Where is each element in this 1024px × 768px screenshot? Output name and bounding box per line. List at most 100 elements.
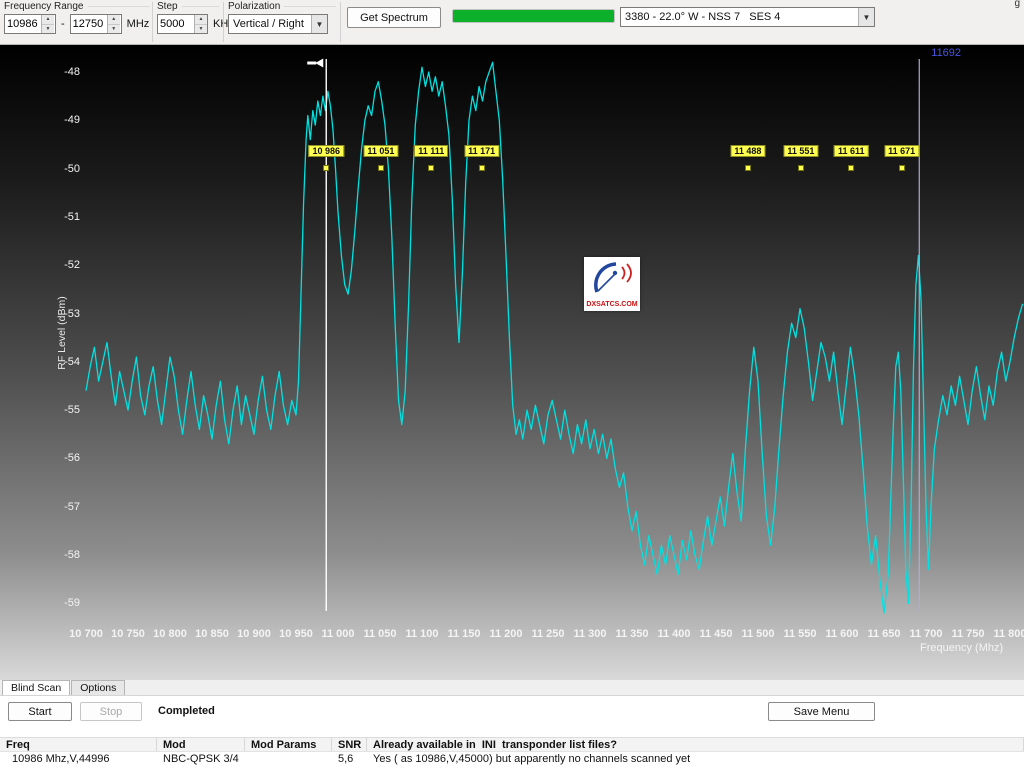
x-tick-label: 11 500 [734, 628, 782, 640]
spectrum-chart[interactable]: 10 70010 75010 80010 85010 90010 95011 0… [0, 45, 1024, 680]
polarization-select[interactable]: Vertical / Right ▼ [228, 14, 328, 34]
transponder-marker-handle[interactable] [479, 165, 485, 171]
x-tick-label: 11 750 [944, 628, 992, 640]
y-tick-label: -51 [44, 211, 80, 223]
freq-min-spinner: ▲ ▼ [4, 14, 56, 34]
y-axis-title: RF Level (dBm) [56, 288, 68, 378]
column-header-mod: Mod [157, 738, 245, 751]
transponder-marker-handle[interactable] [323, 165, 329, 171]
x-axis-title: Frequency (Mhz) [920, 642, 1003, 654]
step-group: Step ▲ ▼ KHz [157, 1, 219, 34]
y-tick-label: -50 [44, 163, 80, 175]
toolbar-divider [223, 2, 224, 42]
chevron-down-icon[interactable]: ▼ [858, 8, 874, 26]
clipped-label: g [1014, 0, 1020, 9]
x-tick-label: 11 100 [398, 628, 446, 640]
polarization-value: Vertical / Right [229, 18, 311, 30]
column-header-already: Already available in INI transponder lis… [367, 738, 1024, 751]
toolbar: Frequency Range ▲ ▼ - ▲ ▼ M [0, 0, 1024, 45]
polarization-label: Polarization [228, 1, 336, 11]
freq-min-input[interactable] [5, 15, 41, 33]
transponder-marker-handle[interactable] [745, 165, 751, 171]
transponder-marker-label[interactable]: 11 051 [363, 145, 398, 157]
table-cell: 10986 Mhz,V,44996 [0, 752, 157, 766]
transponder-marker-handle[interactable] [848, 165, 854, 171]
step-spin-down-icon[interactable]: ▼ [195, 25, 207, 34]
x-tick-label: 10 950 [272, 628, 320, 640]
freq-unit-label: MHz [127, 18, 150, 30]
y-tick-label: -58 [44, 549, 80, 561]
x-tick-label: 11 800 [986, 628, 1024, 640]
step-spin-up-icon[interactable]: ▲ [195, 15, 207, 25]
save-menu-button[interactable]: Save Menu [768, 702, 875, 721]
freq-max-spinner: ▲ ▼ [70, 14, 122, 34]
chevron-down-icon[interactable]: ▼ [311, 15, 327, 33]
toolbar-divider [152, 2, 153, 42]
x-tick-label: 11 200 [482, 628, 530, 640]
x-tick-label: 11 050 [356, 628, 404, 640]
get-spectrum-button[interactable]: Get Spectrum [347, 7, 441, 28]
freq-min-spin-up-icon[interactable]: ▲ [42, 15, 54, 25]
freq-max-input[interactable] [71, 15, 107, 33]
y-tick-label: -49 [44, 114, 80, 126]
cursor-frequency-label: 11692 [931, 47, 961, 59]
range-separator: - [61, 18, 65, 30]
freq-max-spin-up-icon[interactable]: ▲ [108, 15, 120, 25]
start-button[interactable]: Start [8, 702, 72, 721]
logo-text: DXSATCS.COM [586, 301, 637, 308]
column-header-freq: Freq [0, 738, 157, 751]
satellite-select[interactable]: 3380 - 22.0° W - NSS 7 SES 4 ▼ [620, 7, 875, 27]
y-tick-label: -52 [44, 259, 80, 271]
transponder-marker-label[interactable]: 11 551 [783, 145, 818, 157]
y-tick-label: -56 [44, 452, 80, 464]
results-table-body: 10986 Mhz,V,44996NBC-QPSK 3/45,6Yes ( as… [0, 752, 1024, 766]
step-input[interactable] [158, 15, 194, 33]
x-tick-label: 11 250 [524, 628, 572, 640]
column-header-mod: Mod Params [245, 738, 332, 751]
spectrum-trace [86, 62, 1023, 613]
tab-options[interactable]: Options [71, 680, 125, 695]
transponder-marker-handle[interactable] [798, 165, 804, 171]
transponder-marker-label[interactable]: 11 171 [464, 145, 499, 157]
table-row[interactable]: 10986 Mhz,V,44996NBC-QPSK 3/45,6Yes ( as… [0, 752, 1024, 766]
y-tick-label: -59 [44, 597, 80, 609]
results-table-header: FreqModMod ParamsSNRAlready available in… [0, 737, 1024, 752]
transponder-marker-label[interactable]: 10 986 [308, 145, 344, 157]
spectrum-plot [0, 45, 1024, 680]
x-tick-label: 10 700 [62, 628, 110, 640]
x-tick-label: 11 550 [776, 628, 824, 640]
cursor-arrow-tail [307, 62, 316, 65]
stop-button[interactable]: Stop [80, 702, 142, 721]
frequency-range-group: Frequency Range ▲ ▼ - ▲ ▼ M [4, 1, 150, 34]
x-tick-label: 11 650 [860, 628, 908, 640]
x-tick-label: 11 450 [692, 628, 740, 640]
table-cell [245, 752, 332, 766]
satellite-value: 3380 - 22.0° W - NSS 7 SES 4 [621, 11, 858, 23]
transponder-marker-label[interactable]: 11 611 [834, 145, 869, 157]
signal-waves-icon [622, 267, 625, 279]
tab-blind-scan[interactable]: Blind Scan [2, 680, 70, 695]
frequency-range-label: Frequency Range [4, 1, 150, 11]
x-tick-label: 10 850 [188, 628, 236, 640]
step-label: Step [157, 1, 219, 11]
step-spinner: ▲ ▼ [157, 14, 208, 34]
transponder-marker-label[interactable]: 11 488 [730, 145, 765, 157]
polarization-group: Polarization Vertical / Right ▼ [228, 1, 336, 34]
transponder-marker-handle[interactable] [428, 165, 434, 171]
freq-max-spin-down-icon[interactable]: ▼ [108, 25, 120, 34]
freq-min-spin-down-icon[interactable]: ▼ [42, 25, 54, 34]
satellite-dish-icon [596, 264, 616, 292]
transponder-marker-handle[interactable] [378, 165, 384, 171]
bottom-panel: Blind ScanOptions Start Stop Completed S… [0, 680, 1024, 768]
x-tick-label: 11 350 [608, 628, 656, 640]
y-tick-label: -57 [44, 501, 80, 513]
x-tick-label: 11 400 [650, 628, 698, 640]
scan-status-text: Completed [158, 705, 215, 717]
toolbar-divider [340, 2, 341, 42]
transponder-marker-handle[interactable] [899, 165, 905, 171]
tab-bar: Blind ScanOptions [0, 680, 1024, 696]
transponder-marker-label[interactable]: 11 671 [884, 145, 919, 157]
transponder-marker-label[interactable]: 11 111 [414, 145, 448, 157]
cursor-arrow-icon[interactable] [315, 59, 323, 68]
x-tick-label: 11 000 [314, 628, 362, 640]
